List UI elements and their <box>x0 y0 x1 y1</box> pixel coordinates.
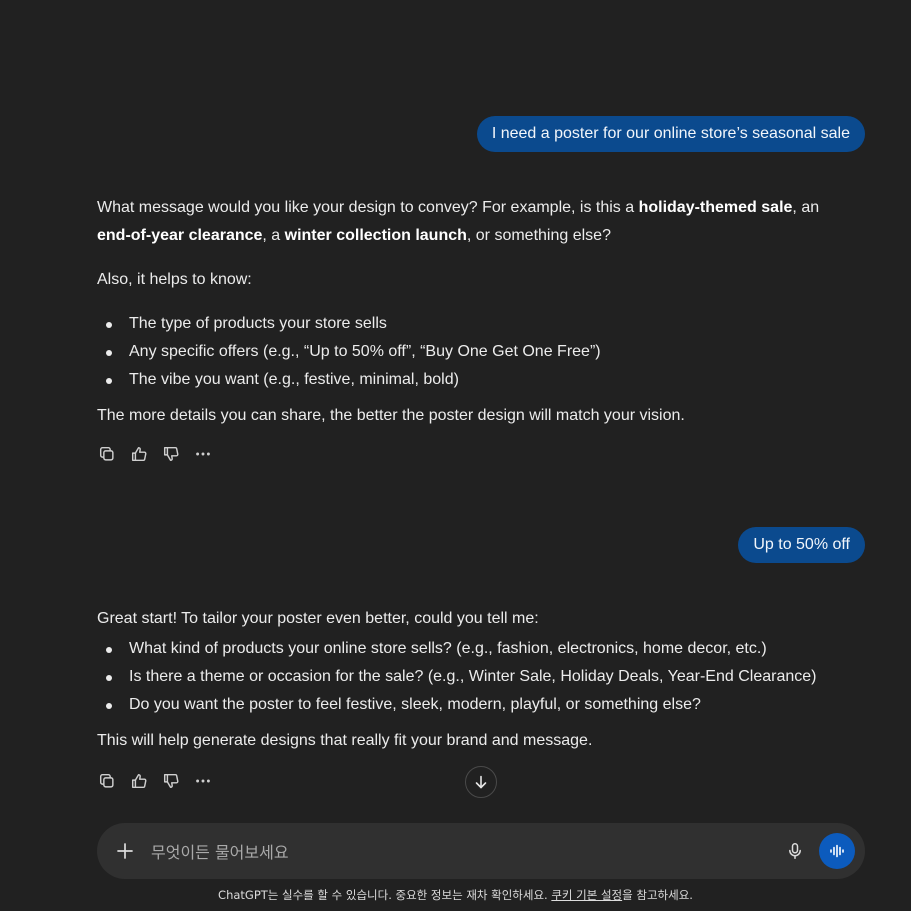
bullet-list: The type of products your store sells An… <box>97 310 857 394</box>
thumbs-down-icon <box>163 446 179 462</box>
list-item: Is there a theme or occasion for the sal… <box>97 663 857 691</box>
more-options-button[interactable] <box>193 771 213 791</box>
voice-mode-button[interactable] <box>819 833 855 869</box>
more-icon <box>196 779 210 783</box>
assistant-message: What message would you like your design … <box>97 194 857 430</box>
assistant-paragraph: What message would you like your design … <box>97 194 857 250</box>
list-item: Do you want the poster to feel festive, … <box>97 691 857 719</box>
text-run: , an <box>792 199 820 216</box>
thumbs-up-icon <box>131 446 147 462</box>
text-run: , a <box>262 227 285 244</box>
user-message-bubble: Up to 50% off <box>738 527 865 563</box>
microphone-icon <box>789 843 801 859</box>
more-options-button[interactable] <box>193 444 213 464</box>
disclaimer-text: 을 참고하세요. <box>622 888 693 902</box>
bullet-list: What kind of products your online store … <box>97 635 857 719</box>
assistant-message: Great start! To tailor your poster even … <box>97 605 857 755</box>
thumbs-up-button[interactable] <box>129 771 149 791</box>
list-item: The vibe you want (e.g., festive, minima… <box>97 366 857 394</box>
thumbs-up-button[interactable] <box>129 444 149 464</box>
attach-button[interactable] <box>115 841 135 861</box>
thumbs-down-button[interactable] <box>161 771 181 791</box>
user-message-bubble: I need a poster for our online store’s s… <box>476 116 865 152</box>
prompt-input[interactable] <box>149 839 753 865</box>
cookie-preferences-link[interactable]: 쿠키 기본 설정 <box>551 888 622 902</box>
assistant-paragraph: The more details you can share, the bett… <box>97 407 685 424</box>
copy-icon <box>99 446 114 461</box>
message-composer <box>97 823 865 879</box>
user-message-text: I need a poster for our online store’s s… <box>491 125 850 142</box>
copy-button[interactable] <box>97 444 117 464</box>
message-actions <box>97 444 213 464</box>
text-run: What message would you like your design … <box>97 199 639 216</box>
plus-icon <box>117 843 133 859</box>
thumbs-up-icon <box>131 773 147 789</box>
message-actions <box>97 771 213 791</box>
disclaimer-footer: ChatGPT는 실수를 할 수 있습니다. 중요한 정보는 재차 확인하세요.… <box>0 887 911 903</box>
user-message-text: Up to 50% off <box>753 536 850 553</box>
list-item: The type of products your store sells <box>97 310 857 338</box>
bold-text: holiday-themed sale <box>638 199 793 216</box>
assistant-paragraph: This will help generate designs that rea… <box>97 732 593 749</box>
thumbs-down-icon <box>163 773 179 789</box>
arrow-down-icon <box>475 775 487 789</box>
disclaimer-text: ChatGPT는 실수를 할 수 있습니다. 중요한 정보는 재차 확인하세요. <box>218 888 552 902</box>
bold-text: winter collection launch <box>284 227 467 244</box>
bold-text: end-of-year clearance <box>97 227 263 244</box>
dictate-button[interactable] <box>785 841 805 861</box>
list-item: What kind of products your online store … <box>97 635 857 663</box>
thumbs-down-button[interactable] <box>161 444 181 464</box>
voice-waveform-icon <box>830 844 844 858</box>
scroll-to-bottom-button[interactable] <box>465 766 497 798</box>
text-run: , or something else? <box>466 227 611 244</box>
assistant-paragraph: Also, it helps to know: <box>97 271 252 288</box>
copy-button[interactable] <box>97 771 117 791</box>
more-icon <box>196 452 210 456</box>
list-item: Any specific offers (e.g., “Up to 50% of… <box>97 338 857 366</box>
copy-icon <box>99 773 114 788</box>
assistant-paragraph: Great start! To tailor your poster even … <box>97 610 539 627</box>
